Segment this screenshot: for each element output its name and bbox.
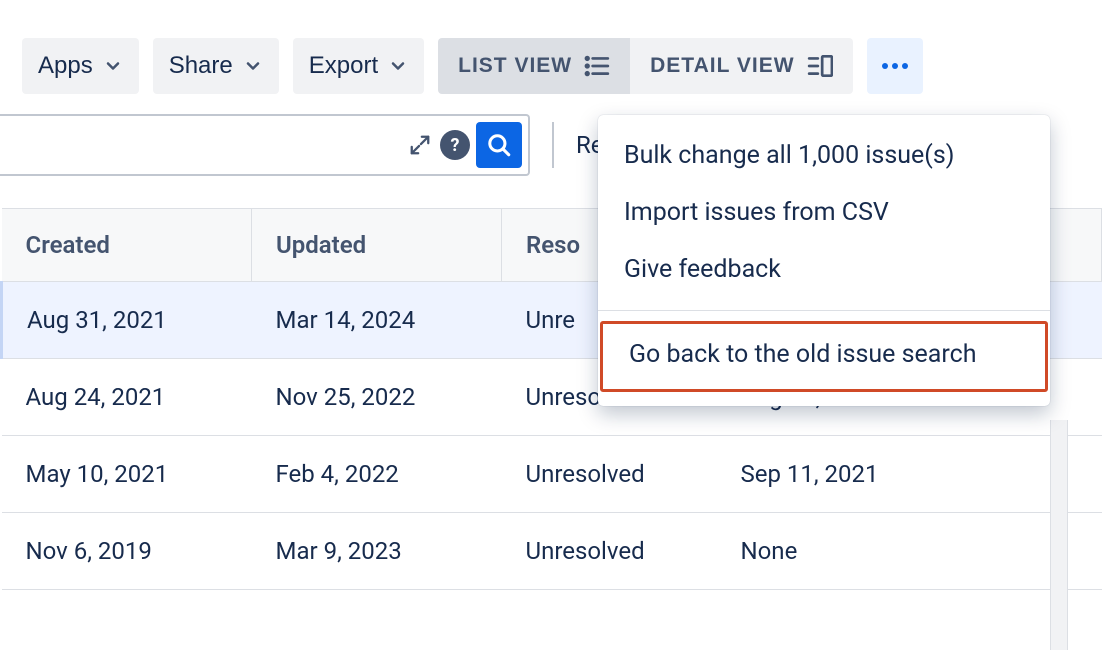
dropdown-go-back[interactable]: Go back to the old issue search [603,326,1045,383]
expand-icon[interactable] [406,131,434,159]
table-row[interactable]: May 10, 2021 Feb 4, 2022 Unresolved Sep … [2,436,1102,513]
cell-due: None [717,513,1102,590]
col-updated[interactable]: Updated [252,209,502,282]
more-dropdown: Bulk change all 1,000 issue(s) Import is… [598,115,1050,406]
dropdown-separator [598,310,1050,311]
detail-view-button[interactable]: DETAIL VIEW [630,38,852,94]
cell-resolution: Unresolved [502,436,717,513]
search-icon [486,132,512,158]
cell-created: May 10, 2021 [2,436,252,513]
table-row[interactable]: Nov 6, 2019 Mar 9, 2023 Unresolved None [2,513,1102,590]
dropdown-highlight: Go back to the old issue search [600,321,1048,392]
cell-updated: Mar 9, 2023 [252,513,502,590]
col-created[interactable]: Created [2,209,252,282]
cell-updated: Nov 25, 2022 [252,359,502,436]
vertical-scrollbar[interactable] [1050,420,1068,650]
cell-updated: Feb 4, 2022 [252,436,502,513]
chevron-down-icon [103,56,123,76]
cell-resolution: Unresolved [502,513,717,590]
view-toggle: LIST VIEW DETAIL VIEW [438,38,852,94]
share-button[interactable]: Share [153,38,279,94]
dropdown-give-feedback[interactable]: Give feedback [598,241,1050,298]
help-icon[interactable]: ? [440,130,470,160]
dropdown-import-csv[interactable]: Import issues from CSV [598,184,1050,241]
list-view-label: LIST VIEW [458,54,572,78]
cell-created: Nov 6, 2019 [2,513,252,590]
search-button[interactable] [476,122,522,168]
dropdown-bulk-change[interactable]: Bulk change all 1,000 issue(s) [598,127,1050,184]
vertical-separator [552,122,554,168]
apps-button[interactable]: Apps [22,38,139,94]
cell-updated: Mar 14, 2024 [252,282,502,359]
cell-due: Sep 11, 2021 [717,436,1102,513]
detail-view-label: DETAIL VIEW [650,54,794,78]
toolbar: Apps Share Export LIST VIEW DETAIL VIEW [0,0,1102,114]
search-box[interactable]: ? [0,114,530,176]
export-button[interactable]: Export [293,38,424,94]
apps-label: Apps [38,52,93,80]
list-view-button[interactable]: LIST VIEW [438,38,630,94]
chevron-down-icon [243,56,263,76]
export-label: Export [309,52,378,80]
share-label: Share [169,52,233,80]
detail-icon [807,55,833,77]
chevron-down-icon [388,56,408,76]
cell-created: Aug 31, 2021 [2,282,252,359]
more-actions-button[interactable] [867,38,923,94]
list-icon [584,55,610,77]
more-dots-icon [882,63,908,69]
cell-created: Aug 24, 2021 [2,359,252,436]
